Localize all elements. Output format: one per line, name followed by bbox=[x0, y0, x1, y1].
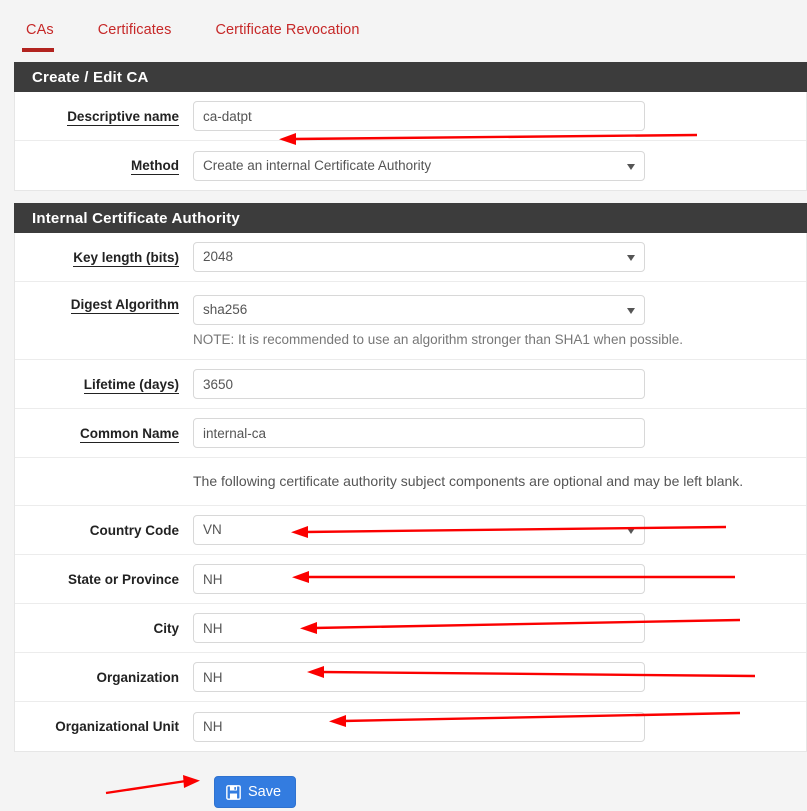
lifetime-input[interactable] bbox=[193, 369, 645, 399]
label-common-name: Common Name bbox=[79, 425, 179, 443]
row-key-length: Key length (bits) 2048 bbox=[15, 233, 806, 282]
method-select[interactable]: Create an internal Certificate Authority bbox=[193, 150, 645, 181]
digest-algorithm-note: NOTE: It is recommended to use an algori… bbox=[193, 331, 683, 347]
row-state-or-province: State or Province bbox=[15, 555, 806, 604]
tab-bar: CAs Certificates Certificate Revocation bbox=[0, 0, 807, 62]
organization-input[interactable] bbox=[193, 662, 645, 692]
row-organizational-unit: Organizational Unit bbox=[15, 702, 806, 751]
chevron-down-icon bbox=[627, 528, 635, 534]
tab-cas[interactable]: CAs bbox=[22, 22, 72, 52]
organizational-unit-input[interactable] bbox=[193, 711, 645, 742]
chevron-down-icon bbox=[627, 163, 635, 170]
row-country-code: Country Code VN bbox=[15, 506, 806, 555]
key-length-select-value: 2048 bbox=[203, 249, 234, 264]
chevron-down-icon bbox=[627, 307, 635, 314]
country-code-select-value: VN bbox=[203, 522, 222, 537]
label-country-code: Country Code bbox=[89, 522, 179, 538]
tab-certificates-label: Certificates bbox=[97, 22, 172, 38]
panel-internal-ca-body: Key length (bits) 2048 Digest Algorithm … bbox=[14, 233, 807, 752]
form-footer: Save bbox=[0, 752, 807, 808]
chevron-down-icon bbox=[627, 255, 635, 261]
label-method: Method bbox=[131, 158, 179, 175]
label-descriptive-name: Descriptive name bbox=[67, 108, 179, 126]
label-organization: Organization bbox=[96, 669, 179, 685]
key-length-select[interactable]: 2048 bbox=[193, 242, 645, 272]
panel-create-edit-ca-body: Descriptive name Method Create an intern… bbox=[14, 92, 807, 191]
optional-components-note: The following certificate authority subj… bbox=[193, 472, 744, 489]
label-key-length: Key length (bits) bbox=[73, 249, 179, 267]
tab-certificate-revocation-label: Certificate Revocation bbox=[215, 22, 360, 38]
row-digest-algorithm: Digest Algorithm sha256 NOTE: It is reco… bbox=[15, 282, 806, 360]
row-lifetime: Lifetime (days) bbox=[15, 360, 806, 409]
save-button-label: Save bbox=[248, 784, 282, 800]
panel-internal-ca: Internal Certificate Authority Key lengt… bbox=[0, 203, 807, 752]
digest-algorithm-select[interactable]: sha256 bbox=[193, 294, 645, 325]
tab-certificate-revocation[interactable]: Certificate Revocation bbox=[211, 22, 377, 52]
floppy-save-icon bbox=[226, 784, 241, 800]
tab-certificates[interactable]: Certificates bbox=[94, 22, 190, 52]
common-name-input[interactable] bbox=[193, 418, 645, 448]
row-method: Method Create an internal Certificate Au… bbox=[15, 141, 806, 190]
digest-algorithm-select-value: sha256 bbox=[203, 301, 248, 317]
state-or-province-input[interactable] bbox=[193, 564, 645, 594]
panel-create-edit-ca: Create / Edit CA Descriptive name Method… bbox=[0, 62, 807, 191]
row-descriptive-name: Descriptive name bbox=[15, 92, 806, 141]
save-button[interactable]: Save bbox=[214, 776, 297, 808]
row-optional-note: The following certificate authority subj… bbox=[15, 458, 806, 506]
label-digest-algorithm: Digest Algorithm bbox=[70, 297, 179, 314]
label-lifetime: Lifetime (days) bbox=[83, 376, 179, 394]
panel-internal-ca-title: Internal Certificate Authority bbox=[14, 203, 807, 233]
descriptive-name-input[interactable] bbox=[193, 101, 645, 131]
row-city: City bbox=[15, 604, 806, 653]
country-code-select[interactable]: VN bbox=[193, 515, 645, 545]
row-common-name: Common Name bbox=[15, 409, 806, 458]
panel-create-edit-ca-title: Create / Edit CA bbox=[14, 62, 807, 92]
ca-editor-page: CAs Certificates Certificate Revocation … bbox=[0, 0, 807, 811]
city-input[interactable] bbox=[193, 613, 645, 643]
row-organization: Organization bbox=[15, 653, 806, 702]
label-organizational-unit: Organizational Unit bbox=[55, 719, 179, 734]
method-select-value: Create an internal Certificate Authority bbox=[203, 157, 432, 173]
label-city: City bbox=[153, 620, 179, 636]
tab-cas-label: CAs bbox=[26, 22, 54, 38]
label-state-or-province: State or Province bbox=[67, 571, 179, 587]
